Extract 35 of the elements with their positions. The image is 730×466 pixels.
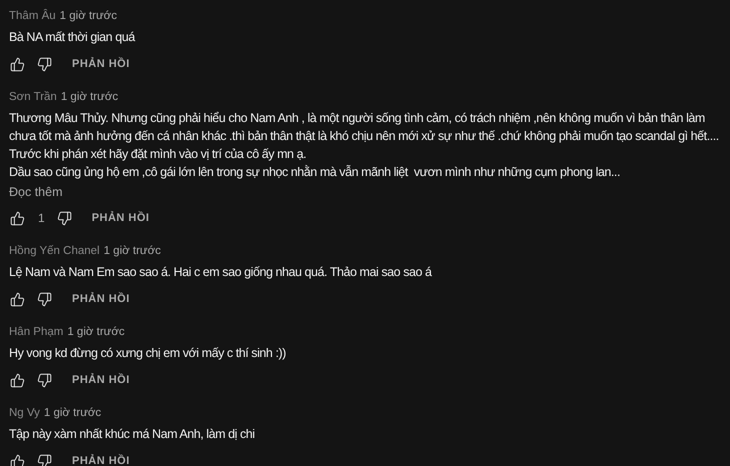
comment-text: Trước khi phán xét hãy đặt mình vào vị trí của cô ấy mn ạ. — [9, 146, 308, 163]
thumbs-up-icon[interactable] — [10, 454, 25, 466]
comment-time: 1 giờ trước — [44, 406, 102, 422]
comment-time: 1 giờ trước — [67, 325, 125, 340]
reply-button[interactable]: PHẢN HỒI — [72, 452, 130, 466]
author-name[interactable]: Sơn Trần — [9, 89, 57, 107]
comment-text: Hy vong kd đừng có xưng chị em với mấy c thí sinh :)) — [9, 345, 287, 362]
comment-text: chưa tốt mà ảnh hưởng đến cá nhân khác .thì bản thân thật là khó chịu nên mới xử sự như thế .chứ không phải muốn tạo scandal gì hết.... — [9, 128, 720, 145]
reply-button[interactable]: PHẢN HỒI — [72, 290, 130, 308]
thumbs-up-icon[interactable] — [10, 292, 25, 306]
reply-button[interactable]: PHẢN HỒI — [92, 210, 150, 226]
reply-button[interactable]: PHẢN HỒI — [72, 372, 130, 388]
thumbs-down-icon[interactable] — [37, 292, 52, 306]
author-name[interactable]: Ng Vy — [9, 405, 40, 423]
comment-text: Tập này xàm nhất khúc má Nam Anh, làm dị chi — [9, 426, 256, 443]
comment-time: 1 giờ trước — [60, 9, 117, 24]
author-name[interactable]: Thâm Âu — [9, 8, 56, 26]
thumbs-down-icon[interactable] — [56, 210, 72, 226]
author-name[interactable]: Hân Phạm — [9, 324, 64, 342]
author-name[interactable]: Hồng Yến Chanel — [9, 243, 100, 261]
thumbs-up-icon[interactable] — [10, 210, 25, 226]
comment-time: 1 giờ trước — [104, 244, 161, 260]
reply-button[interactable]: PHẢN HỒI — [72, 56, 130, 72]
thumbs-up-icon[interactable] — [10, 56, 25, 72]
comment-text: Dầu sao cũng ủng hộ em ,cô gái lớn lên trong sự nhọc nhằn mà vẫn mãnh liệt vươn mình như những cụm phong lan... — [9, 164, 621, 181]
thumbs-up-icon[interactable] — [10, 372, 25, 388]
thumbs-down-icon[interactable] — [37, 454, 52, 466]
comment-time: 1 giờ trước — [60, 90, 118, 106]
thumbs-down-icon[interactable] — [37, 372, 52, 388]
comment-text: Bà NA mất thời gian quá — [9, 29, 136, 46]
read-more-link[interactable]: Đọc thêm — [9, 184, 62, 200]
comment-text: Thương Mâu Thủy. Nhưng cũng phải hiểu cho Nam Anh , là một người sống tình cảm, có trách nhiệm ,nên không muốn vì bản thân làm — [9, 110, 706, 127]
like-count: 1 — [38, 210, 45, 227]
comment-text: Lệ Nam và Nam Em sao sao á. Hai c em sao giống nhau quá. Thảo mai sao sao á — [9, 264, 433, 281]
thumbs-down-icon[interactable] — [37, 56, 52, 72]
